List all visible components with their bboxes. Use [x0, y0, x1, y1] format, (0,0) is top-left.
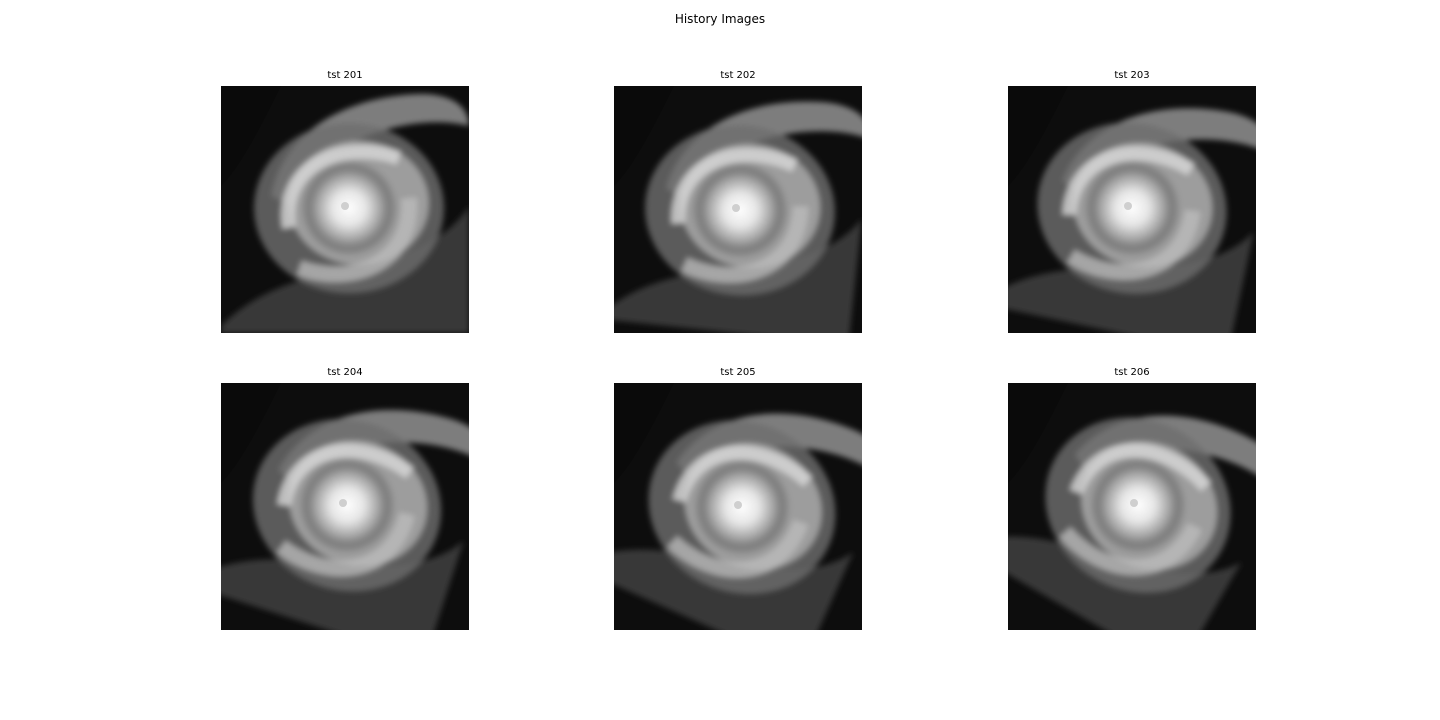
- typhoon-satellite-image: [614, 383, 862, 630]
- typhoon-satellite-image: [221, 86, 469, 333]
- panel-title: tst 205: [720, 367, 756, 378]
- panel-title: tst 204: [327, 367, 363, 378]
- typhoon-satellite-image: [1008, 383, 1256, 630]
- typhoon-satellite-image: [221, 383, 469, 630]
- typhoon-satellite-image: [614, 86, 862, 333]
- panel-title: tst 203: [1114, 70, 1150, 81]
- panel-title: tst 202: [720, 70, 756, 81]
- panel-title: tst 201: [327, 70, 363, 81]
- figure-title: History Images: [674, 12, 766, 26]
- typhoon-satellite-image: [1008, 86, 1256, 333]
- panel-title: tst 206: [1114, 367, 1150, 378]
